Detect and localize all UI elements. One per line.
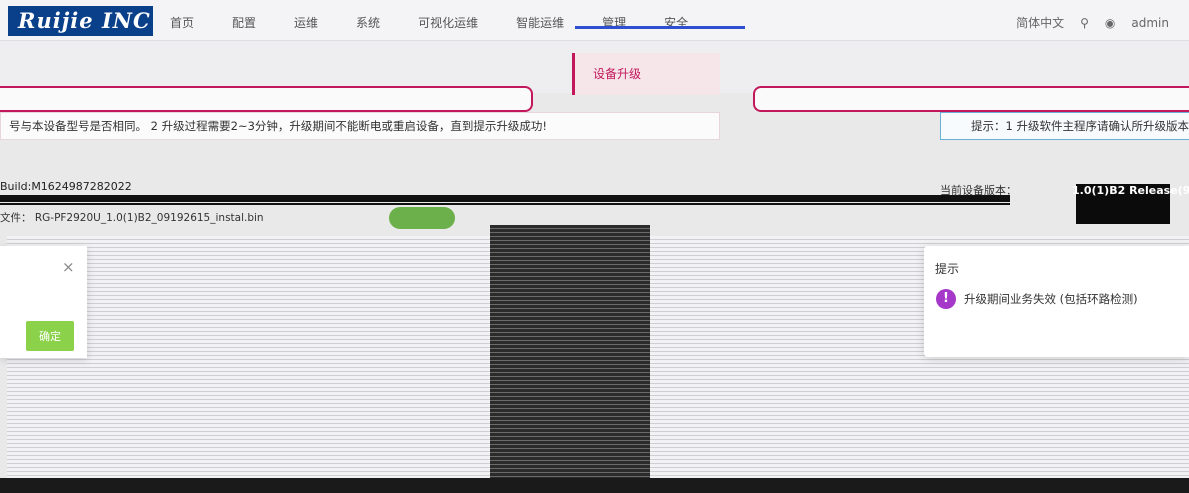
hint-text-right: 提示：1 升级软件主程序请确认所升级版本型号 <box>971 119 1189 133</box>
nav-item-home[interactable]: 首页 <box>170 14 194 31</box>
user-area: 简体中文 ⚲ ◉ admin <box>1016 14 1169 31</box>
current-version-label: 当前设备版本： <box>940 184 1017 197</box>
confirm-dialog: × 确定 <box>0 246 87 358</box>
close-icon[interactable]: × <box>62 258 75 276</box>
top-navbar: Ruijie INC 首页 配置 运维 系统 可视化运维 智能运维 管理 安全 … <box>0 0 1189 41</box>
search-icon[interactable]: ⚲ <box>1080 16 1089 30</box>
username[interactable]: admin <box>1131 16 1169 30</box>
nav-item-ops[interactable]: 运维 <box>294 14 318 31</box>
start-upgrade-button[interactable] <box>389 207 455 229</box>
hint-text-left: 号与本设备型号是否相同。 2 升级过程需要2~3分钟，升级期间不能断电或重启设备… <box>9 119 548 133</box>
upgrade-panel-left <box>0 86 533 112</box>
warning-toast: 提示 ! 升级期间业务失效 (包括环路检测) <box>924 246 1189 357</box>
confirm-button[interactable]: 确定 <box>26 321 74 351</box>
current-version-value: 1.0(1)B2 Release(9018) <box>1072 184 1189 197</box>
file-label: 文件： <box>0 212 32 224</box>
file-name[interactable]: RG-PF2920U_1.0(1)B2_09192615_instal.bin <box>35 212 264 224</box>
nav-item-system[interactable]: 系统 <box>356 14 380 31</box>
nav-item-config[interactable]: 配置 <box>232 14 256 31</box>
warning-icon: ! <box>936 289 956 309</box>
upgrade-hint-right: 提示：1 升级软件主程序请确认所升级版本型号 <box>940 112 1189 140</box>
upgrade-panel-right <box>753 86 1189 112</box>
toast-message: 升级期间业务失效 (包括环路检测) <box>964 292 1138 306</box>
language-selector[interactable]: 简体中文 <box>1016 14 1064 31</box>
upgrade-hint-left: 号与本设备型号是否相同。 2 升级过程需要2~3分钟，升级期间不能断电或重启设备… <box>0 112 720 140</box>
nav-item-visual-ops[interactable]: 可视化运维 <box>418 14 478 31</box>
toast-title: 提示 <box>935 262 960 276</box>
nav-item-smart-ops[interactable]: 智能运维 <box>516 14 564 31</box>
file-row: 文件： RG-PF2920U_1.0(1)B2_09192615_instal.… <box>0 210 264 225</box>
tab-device-upgrade[interactable]: 设备升级 <box>572 53 720 95</box>
brand-logo[interactable]: Ruijie INC <box>8 6 153 36</box>
build-label: Build:M1624987282022 <box>0 180 132 193</box>
divider-line <box>0 195 1010 202</box>
mask-dark-column <box>490 225 650 493</box>
divider-line-thin <box>0 203 1010 205</box>
user-avatar-icon[interactable]: ◉ <box>1105 16 1115 30</box>
bottom-bar <box>0 478 1189 493</box>
active-nav-underline <box>575 26 745 29</box>
